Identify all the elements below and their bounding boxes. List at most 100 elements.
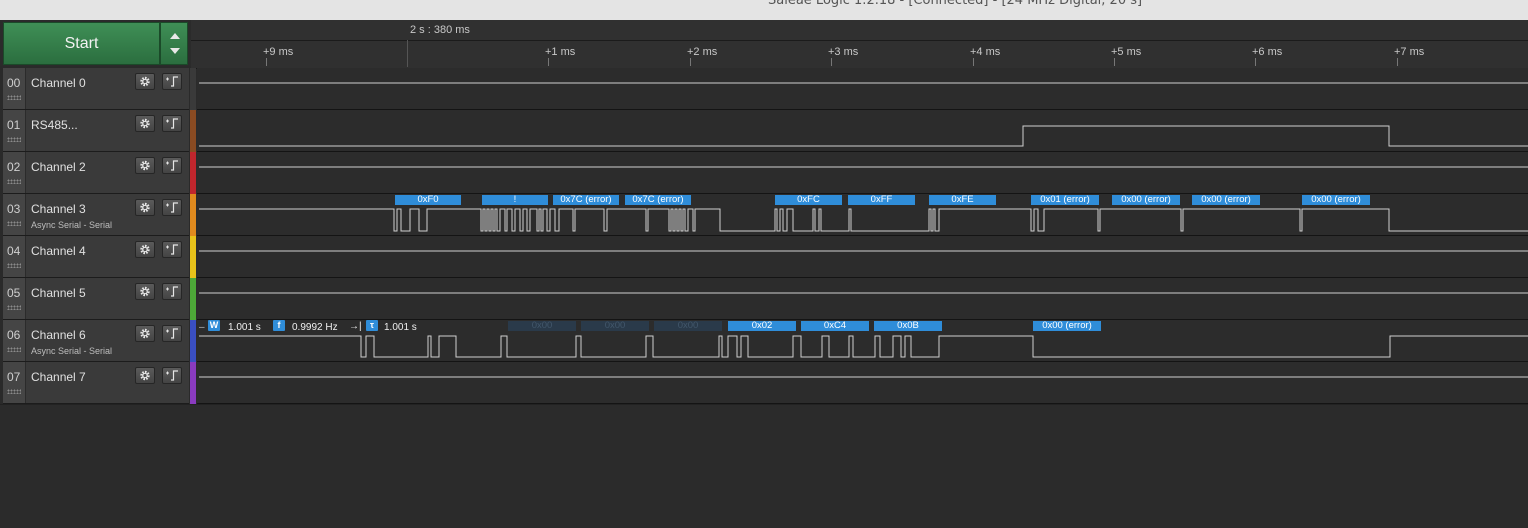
channel-number-cell[interactable]: 02 bbox=[3, 152, 26, 193]
channel-row[interactable]: 06 Channel 6 Async Serial - Serial bbox=[3, 320, 189, 362]
decoded-byte-bubble[interactable]: 0x01 (error) bbox=[1031, 195, 1099, 205]
decoded-byte-bubble[interactable]: ! bbox=[482, 195, 548, 205]
channel-trigger-button[interactable] bbox=[162, 367, 182, 384]
drag-grip-icon[interactable] bbox=[7, 389, 21, 394]
decoded-byte-bubble[interactable]: 0x00 (error) bbox=[1192, 195, 1260, 205]
channel-row[interactable]: 00 Channel 0 bbox=[3, 68, 189, 110]
decoded-byte-bubble[interactable]: 0x7C (error) bbox=[625, 195, 691, 205]
channel-name[interactable]: Channel 4 bbox=[31, 244, 86, 258]
channel-waveform-row[interactable] bbox=[197, 110, 1528, 152]
drag-grip-icon[interactable] bbox=[7, 179, 21, 184]
drag-grip-icon[interactable] bbox=[7, 347, 21, 352]
channel-trigger-button[interactable] bbox=[162, 73, 182, 90]
channel-name[interactable]: Channel 7 bbox=[31, 370, 86, 384]
ruler-top-band bbox=[191, 20, 1528, 41]
channel-name[interactable]: Channel 6 bbox=[31, 328, 86, 342]
channel-row[interactable]: 03 Channel 3 Async Serial - Serial bbox=[3, 194, 189, 236]
channel-number-cell[interactable]: 00 bbox=[3, 68, 26, 109]
timeline-tick-mark bbox=[831, 58, 832, 66]
channel-trigger-button[interactable] bbox=[162, 199, 182, 216]
channel-row[interactable]: 05 Channel 5 bbox=[3, 278, 189, 320]
window-titlebar: Saleae Logic 1.2.18 - [Connected] - [24 … bbox=[0, 0, 1528, 20]
channel-name[interactable]: Channel 5 bbox=[31, 286, 86, 300]
period-icon: τ bbox=[366, 320, 378, 331]
channel-name[interactable]: Channel 0 bbox=[31, 76, 86, 90]
channel-number-cell[interactable]: 04 bbox=[3, 236, 26, 277]
channel-analyzer: Async Serial - Serial bbox=[31, 220, 113, 230]
channel-waveform-row[interactable] bbox=[197, 152, 1528, 194]
channel-settings-button[interactable] bbox=[135, 283, 155, 300]
trigger-edge-icon bbox=[166, 202, 178, 213]
channel-settings-button[interactable] bbox=[135, 115, 155, 132]
decoded-byte-bubble[interactable]: 0x00 bbox=[654, 321, 722, 331]
measure-separator: – bbox=[199, 322, 205, 333]
decoded-byte-bubble[interactable]: 0x00 (error) bbox=[1033, 321, 1101, 331]
channel-row[interactable]: 01 RS485... bbox=[3, 110, 189, 152]
channel-number-cell[interactable]: 01 bbox=[3, 110, 26, 151]
channel-settings-button[interactable] bbox=[135, 157, 155, 174]
decoded-byte-bubble[interactable]: 0x00 (error) bbox=[1112, 195, 1180, 205]
channel-row[interactable]: 07 Channel 7 bbox=[3, 362, 189, 404]
decoded-byte-bubble[interactable]: 0xF0 bbox=[395, 195, 461, 205]
channel-name[interactable]: Channel 2 bbox=[31, 160, 86, 174]
drag-grip-icon[interactable] bbox=[7, 221, 21, 226]
decoded-byte-bubble[interactable]: 0x00 bbox=[508, 321, 576, 331]
channel-trigger-button[interactable] bbox=[162, 325, 182, 342]
channel-name[interactable]: Channel 3 bbox=[31, 202, 86, 216]
width-value: 1.001 s bbox=[228, 322, 261, 333]
gear-icon bbox=[140, 202, 150, 213]
decoded-byte-bubble[interactable]: 0xC4 bbox=[801, 321, 869, 331]
decoded-byte-bubble[interactable]: 0x7C (error) bbox=[553, 195, 619, 205]
decoded-byte-bubble[interactable]: 0xFC bbox=[775, 195, 842, 205]
channel-trigger-button[interactable] bbox=[162, 115, 182, 132]
start-options-button[interactable] bbox=[160, 22, 188, 65]
decoded-byte-bubble[interactable]: 0x00 bbox=[581, 321, 649, 331]
channel-number: 01 bbox=[7, 118, 21, 132]
timeline-tick-label: +6 ms bbox=[1252, 46, 1283, 58]
width-icon: W bbox=[208, 320, 220, 331]
drag-grip-icon[interactable] bbox=[7, 305, 21, 310]
gear-icon bbox=[140, 370, 150, 381]
channel-number-cell[interactable]: 06 bbox=[3, 320, 26, 361]
channel-trigger-button[interactable] bbox=[162, 283, 182, 300]
channel-color-strip bbox=[190, 278, 196, 320]
decoded-byte-bubble[interactable]: 0xFF bbox=[848, 195, 915, 205]
channel-row[interactable]: 04 Channel 4 bbox=[3, 236, 189, 278]
channel-number: 05 bbox=[7, 286, 21, 300]
decoded-byte-bubble[interactable]: 0x00 (error) bbox=[1302, 195, 1370, 205]
gear-icon bbox=[140, 286, 150, 297]
channel-name[interactable]: RS485... bbox=[31, 118, 78, 132]
trigger-edge-icon bbox=[166, 328, 178, 339]
channel-trigger-button[interactable] bbox=[162, 157, 182, 174]
center-time-marker bbox=[407, 40, 408, 67]
channel-number-cell[interactable]: 05 bbox=[3, 278, 26, 319]
timeline-tick-mark bbox=[266, 58, 267, 66]
channel-settings-button[interactable] bbox=[135, 367, 155, 384]
channel-number-cell[interactable]: 07 bbox=[3, 362, 26, 403]
channel-trigger-button[interactable] bbox=[162, 241, 182, 258]
channel-row[interactable]: 02 Channel 2 bbox=[3, 152, 189, 194]
drag-grip-icon[interactable] bbox=[7, 137, 21, 142]
timeline-tick-mark bbox=[1114, 58, 1115, 66]
decoded-byte-bubble[interactable]: 0xFE bbox=[929, 195, 996, 205]
trigger-edge-icon bbox=[166, 160, 178, 171]
channel-settings-button[interactable] bbox=[135, 199, 155, 216]
channel-waveform-row[interactable] bbox=[197, 278, 1528, 320]
channel-color-strip bbox=[190, 362, 196, 404]
channel-waveform-row[interactable] bbox=[197, 68, 1528, 110]
gear-icon bbox=[140, 118, 150, 129]
decoded-byte-bubble[interactable]: 0x02 bbox=[728, 321, 796, 331]
decoded-byte-bubble[interactable]: 0x0B bbox=[874, 321, 942, 331]
channel-settings-button[interactable] bbox=[135, 325, 155, 342]
timeline-tick-label: +4 ms bbox=[970, 46, 1001, 58]
drag-grip-icon[interactable] bbox=[7, 95, 21, 100]
timeline-tick-label: +9 ms bbox=[263, 46, 294, 58]
drag-grip-icon[interactable] bbox=[7, 263, 21, 268]
channel-waveform-row[interactable] bbox=[197, 236, 1528, 278]
channel-settings-button[interactable] bbox=[135, 73, 155, 90]
start-button[interactable]: Start bbox=[3, 22, 160, 65]
channel-waveform-row[interactable] bbox=[197, 362, 1528, 404]
channel-settings-button[interactable] bbox=[135, 241, 155, 258]
channel-color-strip bbox=[190, 194, 196, 236]
channel-number-cell[interactable]: 03 bbox=[3, 194, 26, 235]
